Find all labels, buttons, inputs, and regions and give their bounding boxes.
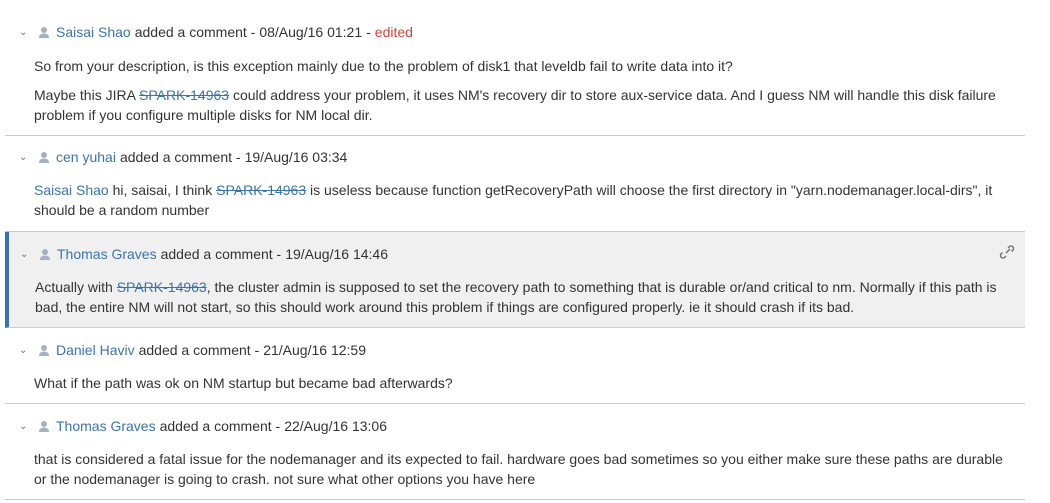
comment-author-link[interactable]: Thomas Graves [56,418,156,434]
comment-separator: - [366,24,371,40]
comment-text: Actually with [35,279,117,295]
comment-paragraph: Actually with SPARK-14963, the cluster a… [35,277,1010,317]
user-avatar-icon[interactable] [38,151,50,163]
comment-action: added a comment - [159,418,281,434]
comment-date[interactable]: 19/Aug/16 03:34 [245,149,348,165]
comment-paragraph: So from your description, is this except… [34,58,733,74]
issue-link[interactable]: SPARK-14963 [216,182,306,198]
comment-header: ⌄ Saisai Shao added a comment - 08/Aug/1… [19,22,413,42]
comment-1: ⌄ Saisai Shao added a comment - 08/Aug/1… [5,22,1025,136]
comment-date[interactable]: 21/Aug/16 12:59 [263,342,366,358]
chevron-down-icon[interactable]: ⌄ [19,152,29,163]
chevron-down-icon[interactable]: ⌄ [19,345,29,356]
comment-header: ⌄ cen yuhai added a comment - 19/Aug/16 … [19,147,347,167]
link-icon[interactable] [999,244,1015,260]
chevron-down-icon[interactable]: ⌄ [20,249,30,260]
comment-body: Saisai Shao hi, saisai, I think SPARK-14… [34,180,1009,220]
comment-author-link[interactable]: Daniel Haviv [56,342,135,358]
comment-paragraph: Saisai Shao hi, saisai, I think SPARK-14… [34,180,1009,220]
chevron-down-icon[interactable]: ⌄ [19,27,29,38]
comment-action: added a comment - [160,246,282,262]
comment-paragraph: Maybe this JIRA SPARK-14963 could addres… [34,85,1009,125]
comment-5: ⌄ Thomas Graves added a comment - 22/Aug… [5,416,1025,500]
comment-author-link[interactable]: cen yuhai [56,149,116,165]
issue-link[interactable]: SPARK-14963 [117,279,207,295]
edited-indicator[interactable]: edited [375,24,413,40]
comment-4: ⌄ Daniel Haviv added a comment - 21/Aug/… [5,340,1025,404]
comment-body: What if the path was ok on NM startup bu… [34,373,1009,393]
chevron-down-icon[interactable]: ⌄ [19,421,29,432]
comment-text: Maybe this JIRA [34,87,140,103]
comment-3-focused: ⌄ Thomas Graves added a comment - 19/Aug… [5,232,1025,328]
comment-header: ⌄ Thomas Graves added a comment - 19/Aug… [20,244,388,264]
comment-2: ⌄ cen yuhai added a comment - 19/Aug/16 … [5,147,1025,232]
comment-body: So from your description, is this except… [34,56,1009,125]
user-avatar-icon[interactable] [38,344,50,356]
comment-date[interactable]: 08/Aug/16 01:21 [259,24,362,40]
user-avatar-icon[interactable] [39,248,51,260]
user-avatar-icon[interactable] [38,26,50,38]
comment-action: added a comment - [138,342,260,358]
comment-date[interactable]: 19/Aug/16 14:46 [285,246,388,262]
comment-author-link[interactable]: Saisai Shao [56,24,131,40]
comment-date[interactable]: 22/Aug/16 13:06 [284,418,387,434]
user-mention-link[interactable]: Saisai Shao [34,182,109,198]
comment-body: Actually with SPARK-14963, the cluster a… [35,277,1010,317]
comment-header: ⌄ Thomas Graves added a comment - 22/Aug… [19,416,387,436]
comment-paragraph: What if the path was ok on NM startup bu… [34,375,453,391]
comment-text: hi, saisai, I think [108,182,217,198]
comment-action: added a comment - [119,149,241,165]
comment-action: added a comment - [134,24,256,40]
comment-header: ⌄ Daniel Haviv added a comment - 21/Aug/… [19,340,366,360]
user-avatar-icon[interactable] [38,420,50,432]
comment-body: that is considered a fatal issue for the… [34,449,1009,489]
issue-link[interactable]: SPARK-14963 [139,87,229,103]
comment-paragraph: that is considered a fatal issue for the… [34,451,1003,487]
comment-author-link[interactable]: Thomas Graves [57,246,157,262]
